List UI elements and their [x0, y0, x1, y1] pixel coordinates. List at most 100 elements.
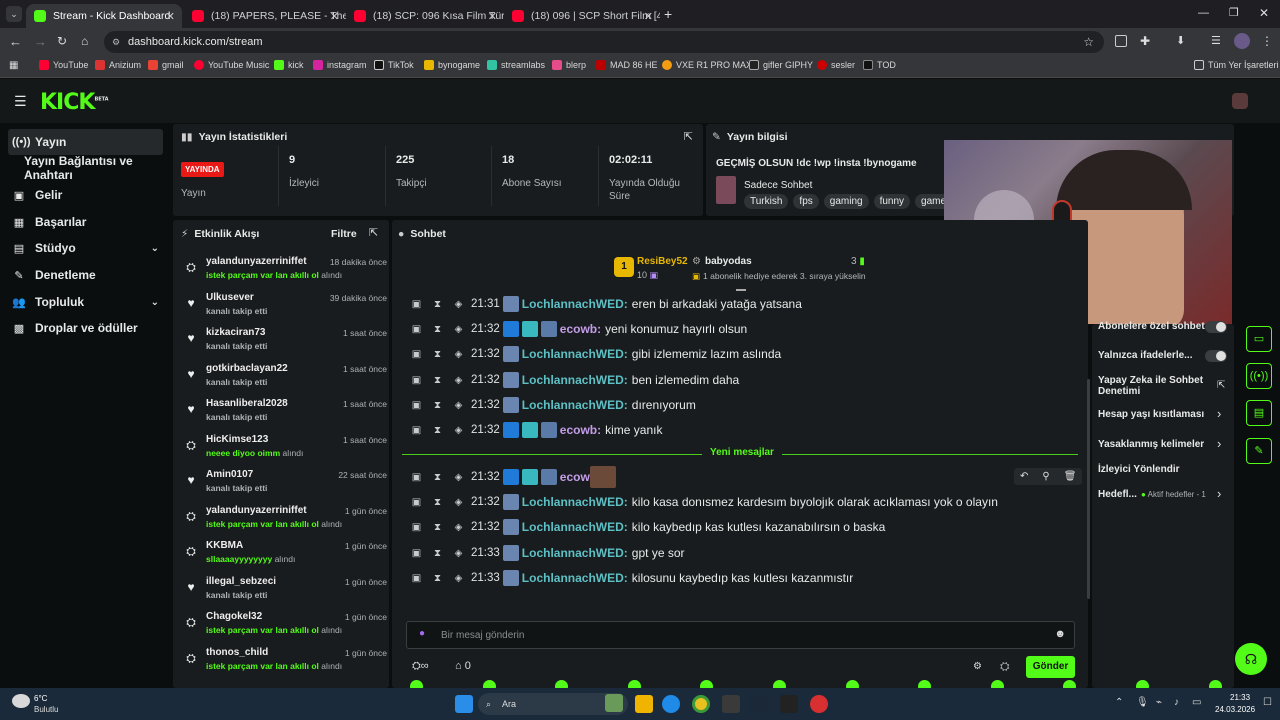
bookmark-tod[interactable]: TOD [863, 60, 896, 70]
microphone-icon[interactable]: ● [419, 628, 425, 639]
message-username[interactable]: LochlannachWED: [522, 546, 628, 560]
popout-icon[interactable]: ⇱ [369, 226, 378, 239]
tag[interactable]: funny [873, 194, 911, 209]
chat-message[interactable]: ▣ ⧗ ◈ 21:32 LochlannachWED: kilo kaybedıp kas… [410, 516, 885, 538]
tag[interactable]: Turkish [744, 194, 789, 209]
tab-scp-kisa-film[interactable]: (18) SCP: 096 Kısa Film Türkçe / ✕ [346, 4, 504, 28]
message-username[interactable]: LochlannachWED: [522, 297, 628, 311]
pin-message-icon[interactable]: ▣ [410, 299, 423, 310]
setting-ai-moderation[interactable]: Yapay Zeka ile Sohbet Denetimi [1098, 375, 1208, 397]
message-username[interactable]: LochlannachWED: [522, 571, 628, 585]
pin-message-icon[interactable]: ▣ [410, 324, 423, 335]
close-tab-icon[interactable]: ✕ [644, 10, 653, 23]
activity-item[interactable]: ⛭ Chagokel32 1 gün önce istek parçam var la… [181, 611, 387, 645]
activity-item[interactable]: ♥ gotkirbaclayan22 1 saat önce kanalı takip… [181, 363, 387, 397]
start-windows-icon[interactable] [455, 695, 473, 713]
close-tab-icon[interactable]: ✕ [166, 10, 175, 23]
chat-message[interactable]: ▣ ⧗ ◈ 21:31 LochlannachWED: eren bi arkadaki … [410, 293, 802, 315]
extensions-icon[interactable]: ✚ [1140, 34, 1150, 48]
microphone-tray-icon[interactable]: 🎙 [1136, 697, 1149, 708]
timeout-icon[interactable]: ⧗ [431, 573, 444, 584]
emote-only-toggle[interactable] [1205, 350, 1227, 362]
chat-message[interactable]: ▣ ⧗ ◈ 21:32 LochlannachWED: dırenıyorum [410, 394, 696, 416]
hamburger-menu-icon[interactable]: ☰ [14, 93, 27, 110]
new-tab-button[interactable]: + [664, 6, 672, 22]
external-link-icon[interactable]: ⇱ [1217, 380, 1225, 391]
shield-icon[interactable]: ◈ [452, 573, 465, 584]
tab-stream-dashboard[interactable]: Stream - Kick Dashboard ✕ [26, 4, 182, 28]
bookmark-streamlabs[interactable]: streamlabs [487, 60, 545, 70]
battery-icon[interactable]: ▭ [1192, 697, 1201, 708]
shield-icon[interactable]: ◈ [452, 400, 465, 411]
chevron-right-icon[interactable]: › [1217, 406, 1221, 421]
back-arrow-icon[interactable]: ← [9, 34, 22, 49]
sidebar-item-yayin[interactable]: ((•)) Yayın [8, 129, 163, 155]
chat-message[interactable]: ▣ ⧗ ◈ 21:32 LochlannachWED: kilo kasa donısme… [410, 491, 998, 513]
profile-avatar[interactable] [1234, 33, 1250, 49]
timeout-icon[interactable]: ⧗ [431, 400, 444, 411]
sidebar-item-droplar[interactable]: ▩ Droplar ve ödüller [8, 315, 163, 341]
close-tab-icon[interactable]: ✕ [330, 10, 339, 23]
pin-message-icon[interactable]: ▣ [410, 400, 423, 411]
reload-icon[interactable]: ↻ [57, 34, 67, 48]
bookmark-vxe[interactable]: VXE R1 PRO MAX [662, 60, 752, 70]
obs-icon[interactable] [810, 695, 828, 713]
gifter-name[interactable]: ⚙ babyodas [692, 256, 752, 267]
message-username[interactable]: LochlannachWED: [522, 373, 628, 387]
sidebar-item-topluluk[interactable]: 👥 Topluluk ⌄ [8, 289, 163, 315]
help-support-icon[interactable]: ☊ [1235, 643, 1267, 675]
timeout-icon[interactable]: ⧗ [431, 375, 444, 386]
filter-button[interactable]: Filtre [331, 228, 357, 240]
chat-message[interactable]: ▣ ⧗ ◈ 21:32 ecowb: kime yanık [410, 419, 662, 441]
timeout-icon[interactable]: ⧗ [431, 522, 444, 533]
shield-icon[interactable]: ◈ [452, 497, 465, 508]
shield-icon[interactable]: ◈ [452, 472, 465, 483]
bookmark-giphy[interactable]: gifler GIPHY [749, 60, 813, 70]
tab-search-icon[interactable]: ⌄ [6, 6, 22, 22]
user-avatar[interactable] [1232, 93, 1248, 109]
reply-icon[interactable]: ↶ [1020, 471, 1028, 482]
bookmark-instagram[interactable]: instagram [313, 60, 367, 70]
sidebar-item-studyo[interactable]: ▤ Stüdyo ⌄ [8, 235, 163, 261]
activity-item[interactable]: ⛭ yalandunyazerriniffet 18 dakika önce iste… [181, 256, 387, 290]
shield-icon[interactable]: ◈ [452, 375, 465, 386]
bookmark-star-icon[interactable]: ☆ [1083, 31, 1094, 53]
activity-item[interactable]: ⛭ KKBMA 1 gün önce sllaaaayyyyyyyy alındı [181, 540, 387, 574]
pin-message-icon[interactable]: ▣ [410, 522, 423, 533]
site-info-icon[interactable]: ⚙ [112, 31, 120, 53]
sidebar-item-denetleme[interactable]: ✎ Denetleme [8, 262, 163, 288]
kick-logo[interactable]: KICKBETA [40, 90, 109, 115]
notification-icon[interactable]: ☐ [1263, 697, 1272, 708]
channel-points[interactable]: ⌂ 0 [455, 660, 471, 672]
bot-icon[interactable]: ⛭ [1000, 659, 1010, 674]
message-username[interactable]: ecowb: [560, 322, 601, 336]
points-icon[interactable]: ⛭∞ [412, 660, 429, 673]
all-bookmarks[interactable]: Tüm Yer İşaretleri [1194, 60, 1279, 70]
chat-message[interactable]: ▣ ⧗ ◈ 21:32 ecowb: yeni konumuz hayırlı olsun [410, 318, 747, 340]
shield-icon[interactable]: ◈ [452, 349, 465, 360]
shield-icon[interactable]: ◈ [452, 324, 465, 335]
app-icon[interactable] [722, 695, 740, 713]
timeout-icon[interactable]: ⧗ [431, 299, 444, 310]
volume-icon[interactable]: ♪ [1174, 697, 1179, 708]
setting-raid[interactable]: İzleyici Yönlendir [1098, 464, 1180, 475]
tray-chevron-icon[interactable]: ⌃ [1115, 697, 1123, 708]
pin-message-icon[interactable]: ▣ [410, 472, 423, 483]
delete-icon[interactable]: 🗑 [1064, 471, 1077, 482]
chat-input[interactable]: ● Bir mesaj gönderin ☻ [406, 621, 1075, 649]
bookmark-youtube[interactable]: YouTube [39, 60, 88, 70]
message-username[interactable]: LochlannachWED: [522, 495, 628, 509]
window-close-button[interactable]: ✕ [1259, 6, 1269, 20]
steam-icon[interactable] [750, 695, 768, 713]
epic-games-icon[interactable] [780, 695, 798, 713]
home-icon[interactable]: ⌂ [81, 34, 88, 48]
activity-item[interactable]: ⛭ thonos_child 1 gün önce istek parçam var … [181, 647, 387, 681]
file-explorer-icon[interactable] [635, 695, 653, 713]
bookmark-anizium[interactable]: Anizium [95, 60, 141, 70]
chrome-menu-icon[interactable]: ⋮ [1261, 34, 1273, 48]
activity-item[interactable]: ♥ illegal_sebzeci 1 gün önce kanalı takip e… [181, 576, 387, 610]
setting-account-age[interactable]: Hesap yaşı kısıtlaması [1098, 409, 1204, 420]
emoji-picker-icon[interactable]: ☻ [1054, 628, 1066, 640]
maximize-button[interactable]: ❐ [1229, 6, 1239, 19]
bookmark-gmail[interactable]: gmail [148, 60, 184, 70]
